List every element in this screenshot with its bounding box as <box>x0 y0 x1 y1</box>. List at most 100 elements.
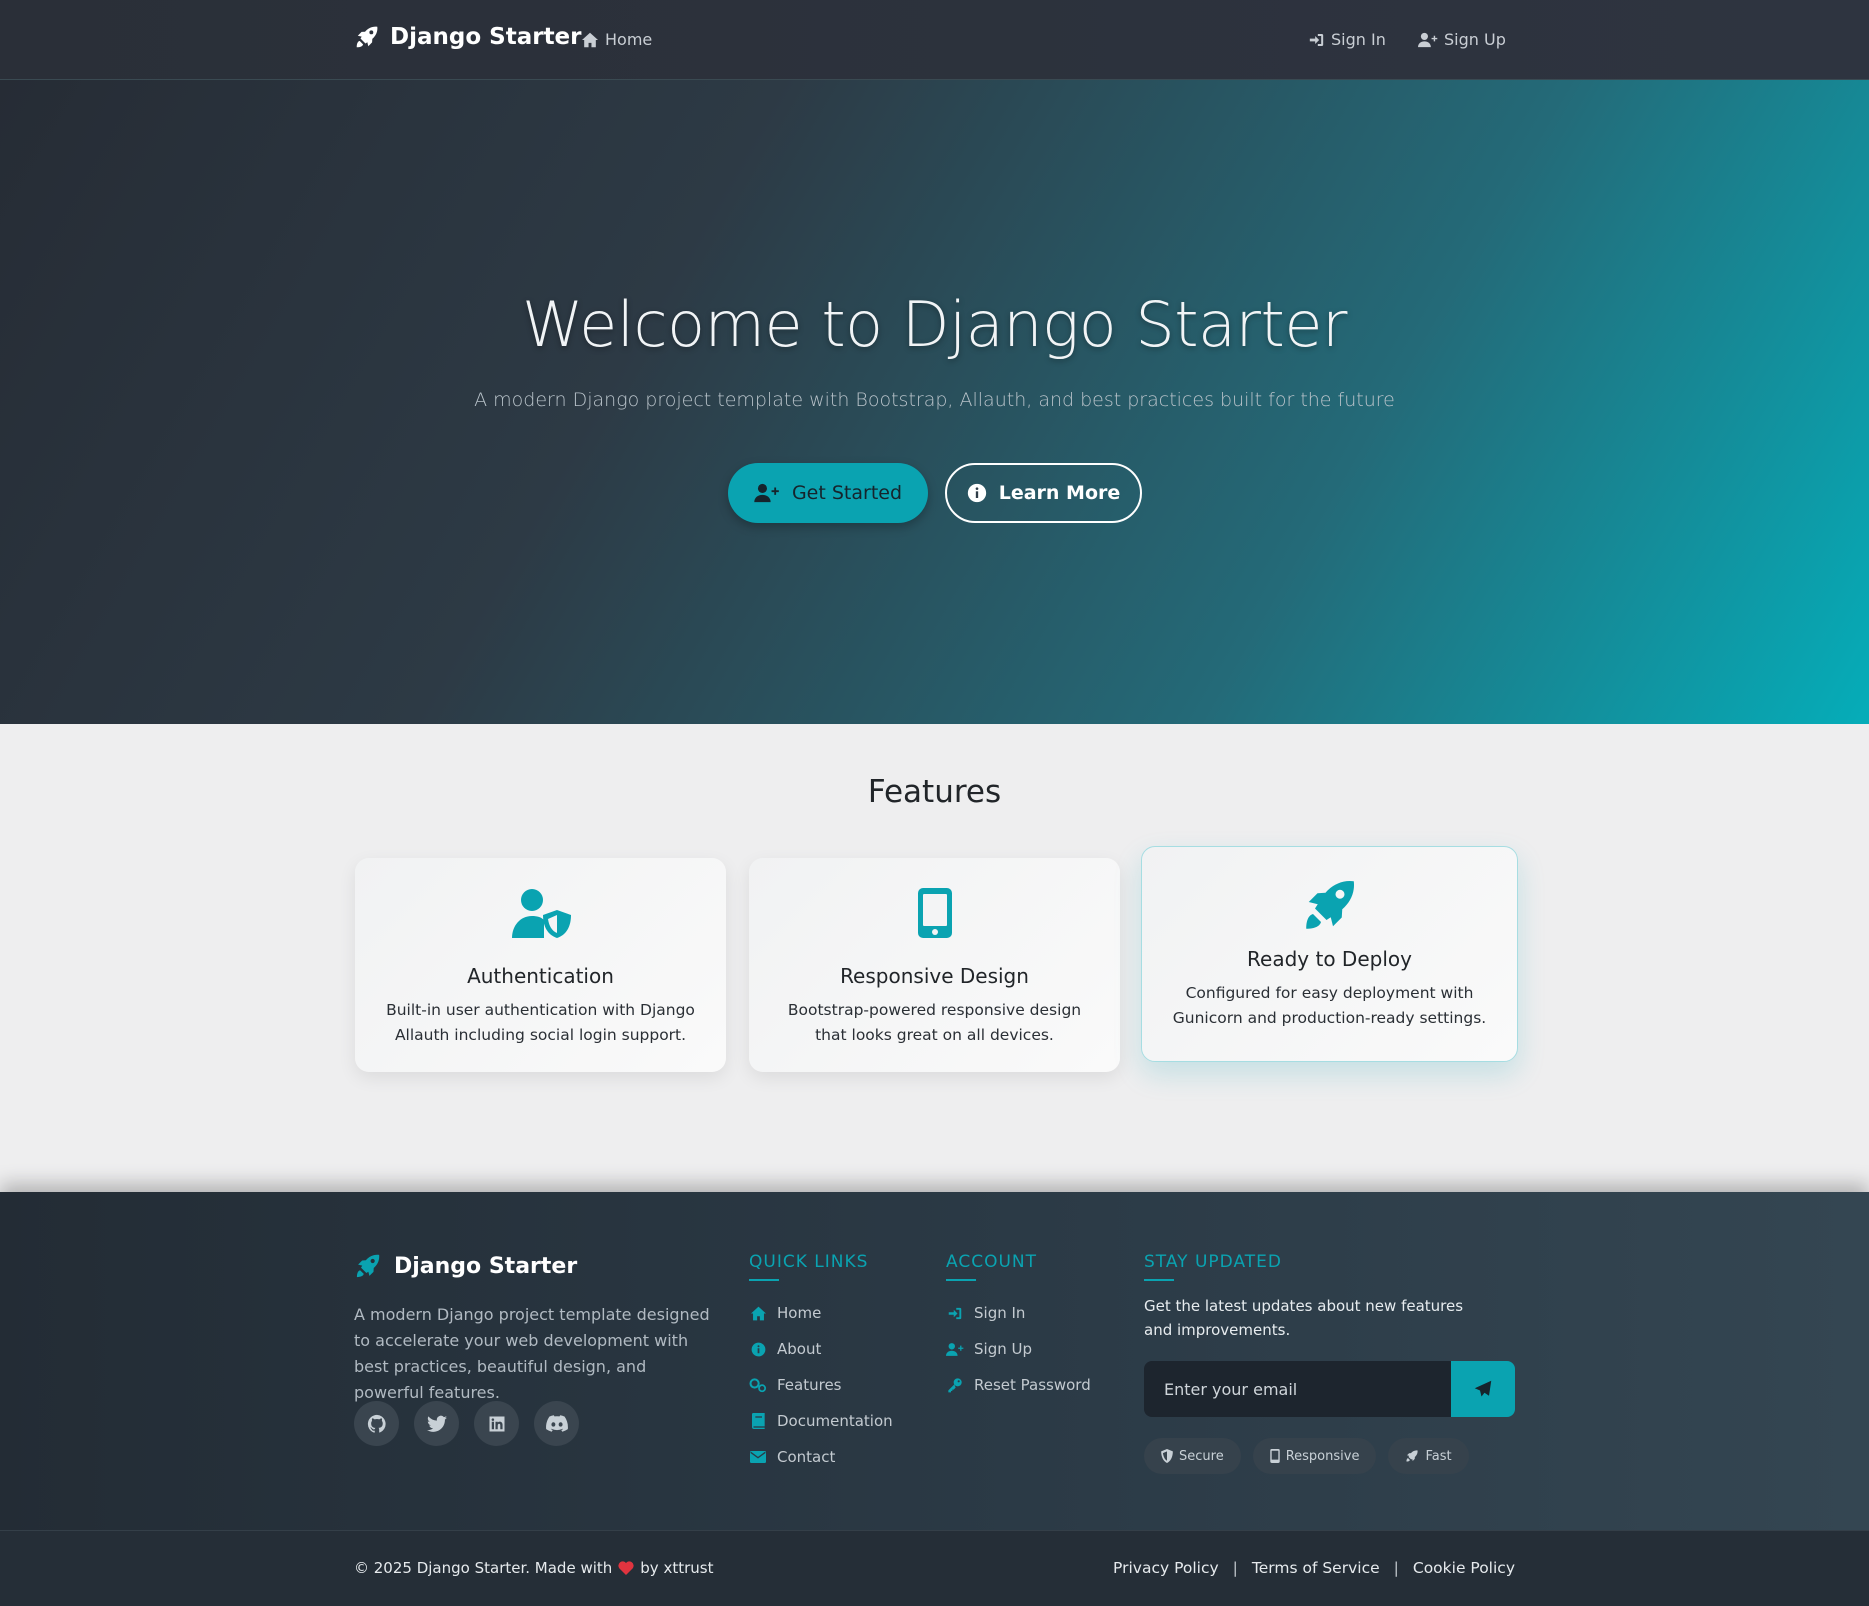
legal-links: Privacy Policy | Terms of Service | Cook… <box>1113 1559 1515 1577</box>
badge-label: Secure <box>1179 1448 1224 1464</box>
social-links <box>354 1401 579 1446</box>
cogs-icon <box>749 1377 767 1392</box>
privacy-policy-link[interactable]: Privacy Policy <box>1113 1559 1219 1577</box>
github-icon <box>367 1414 386 1433</box>
feature-title: Ready to Deploy <box>1247 947 1412 971</box>
learn-more-button[interactable]: Learn More <box>945 463 1142 523</box>
footer-link-label: Sign In <box>974 1304 1026 1322</box>
footer-link-label: Home <box>777 1304 822 1322</box>
mobile-icon <box>1269 1449 1280 1463</box>
nav-sign-up-label: Sign Up <box>1444 30 1506 49</box>
badge-label: Fast <box>1425 1448 1452 1464</box>
email-input[interactable] <box>1144 1361 1451 1417</box>
quick-links-list: Home About Features Documentation Contac… <box>749 1295 893 1475</box>
feature-title: Responsive Design <box>840 964 1029 988</box>
book-icon <box>752 1413 765 1429</box>
hero-subtitle: A modern Django project template with Bo… <box>474 389 1395 411</box>
key-icon <box>948 1378 962 1393</box>
brand-link[interactable]: Django Starter <box>354 24 582 50</box>
user-shield-icon <box>511 889 571 938</box>
nav-sign-in-label: Sign In <box>1331 30 1386 49</box>
feature-card-deploy: Ready to Deploy Configured for easy depl… <box>1141 846 1518 1062</box>
user-plus-icon <box>1418 32 1438 47</box>
footer-brand-name: Django Starter <box>394 1253 578 1279</box>
twitter-link[interactable] <box>414 1401 459 1446</box>
footer-brand[interactable]: Django Starter <box>354 1252 577 1280</box>
info-icon <box>967 483 986 503</box>
rocket-icon <box>356 1254 380 1278</box>
badge-fast: Fast <box>1388 1438 1469 1474</box>
paper-plane-icon <box>1474 1380 1492 1397</box>
copyright-suffix: by xttrust <box>640 1559 714 1577</box>
discord-icon <box>545 1415 568 1432</box>
newsletter-text: Get the latest updates about new feature… <box>1144 1297 1464 1339</box>
hero-section: Welcome to Django Starter A modern Djang… <box>0 80 1869 724</box>
shield-icon <box>1161 1449 1173 1463</box>
feature-card-responsive: Responsive Design Bootstrap-powered resp… <box>749 858 1120 1072</box>
badge-label: Responsive <box>1285 1448 1360 1464</box>
feature-badges: Secure Responsive Fast <box>1144 1438 1469 1474</box>
feature-text: Built-in user authentication with Django… <box>386 1001 695 1044</box>
feature-title: Authentication <box>467 964 614 988</box>
quick-links-heading: QUICK LINKS <box>749 1252 869 1281</box>
rocket-icon <box>1305 880 1354 929</box>
footer-link-label: Features <box>777 1376 842 1394</box>
navbar: Django Starter Home Sign In Sign Up <box>0 0 1869 80</box>
separator: | <box>1393 1559 1399 1577</box>
user-plus-icon <box>946 1342 964 1356</box>
linkedin-icon <box>489 1416 504 1431</box>
badge-secure: Secure <box>1144 1438 1241 1474</box>
info-icon <box>751 1342 765 1356</box>
user-plus-icon <box>754 483 779 503</box>
get-started-label: Get Started <box>791 482 903 504</box>
nav-sign-in-link[interactable]: Sign In <box>1308 30 1386 49</box>
account-links-list: Sign In Sign Up Reset Password <box>946 1295 1091 1403</box>
nav-home-link[interactable]: Home <box>581 30 652 49</box>
home-icon <box>750 1306 766 1320</box>
subscribe-button[interactable] <box>1451 1361 1515 1417</box>
footer-link-reset-password[interactable]: Reset Password <box>946 1367 1091 1403</box>
discord-link[interactable] <box>534 1401 579 1446</box>
newsletter-form <box>1144 1361 1515 1417</box>
account-heading: ACCOUNT <box>946 1252 1037 1281</box>
rocket-icon <box>356 26 378 48</box>
terms-of-service-link[interactable]: Terms of Service <box>1252 1559 1380 1577</box>
footer-link-label: Documentation <box>777 1412 893 1430</box>
nav-home-label: Home <box>605 30 653 49</box>
footer-link-label: Contact <box>777 1448 836 1466</box>
cookie-policy-link[interactable]: Cookie Policy <box>1413 1559 1515 1577</box>
github-link[interactable] <box>354 1401 399 1446</box>
footer-link-sign-in[interactable]: Sign In <box>946 1295 1091 1331</box>
sign-in-icon <box>1309 33 1324 46</box>
footer-link-contact[interactable]: Contact <box>749 1439 893 1475</box>
footer-link-home[interactable]: Home <box>749 1295 893 1331</box>
stay-updated-heading: STAY UPDATED <box>1144 1252 1282 1281</box>
hero-title: Welcome to Django Starter <box>522 288 1347 361</box>
footer-link-documentation[interactable]: Documentation <box>749 1403 893 1439</box>
get-started-button[interactable]: Get Started <box>728 463 928 523</box>
separator: | <box>1232 1559 1238 1577</box>
footer-link-label: Sign Up <box>974 1340 1032 1358</box>
copyright-prefix: © 2025 Django Starter. Made with <box>354 1559 613 1577</box>
twitter-icon <box>426 1415 447 1432</box>
footer-link-label: Reset Password <box>974 1376 1091 1394</box>
features-title: Features <box>867 774 1002 810</box>
footer-description: A modern Django project template designe… <box>354 1305 710 1402</box>
feature-text: Bootstrap-powered responsive design that… <box>787 1001 1082 1044</box>
mobile-icon <box>917 888 952 938</box>
feature-text: Configured for easy deployment with Guni… <box>1172 984 1487 1027</box>
sign-in-icon <box>948 1307 962 1319</box>
home-icon <box>582 32 598 47</box>
copyright-bar: © 2025 Django Starter. Made with by xttr… <box>0 1530 1869 1606</box>
footer-link-features[interactable]: Features <box>749 1367 893 1403</box>
envelope-icon <box>750 1451 766 1463</box>
footer: Django Starter A modern Django project t… <box>0 1192 1869 1530</box>
footer-link-sign-up[interactable]: Sign Up <box>946 1331 1091 1367</box>
footer-link-label: About <box>777 1340 822 1358</box>
footer-link-about[interactable]: About <box>749 1331 893 1367</box>
brand-name: Django Starter <box>390 24 582 50</box>
feature-card-authentication: Authentication Built-in user authenticat… <box>355 858 726 1072</box>
rocket-icon <box>1406 1450 1419 1462</box>
linkedin-link[interactable] <box>474 1401 519 1446</box>
nav-sign-up-link[interactable]: Sign Up <box>1418 30 1506 49</box>
